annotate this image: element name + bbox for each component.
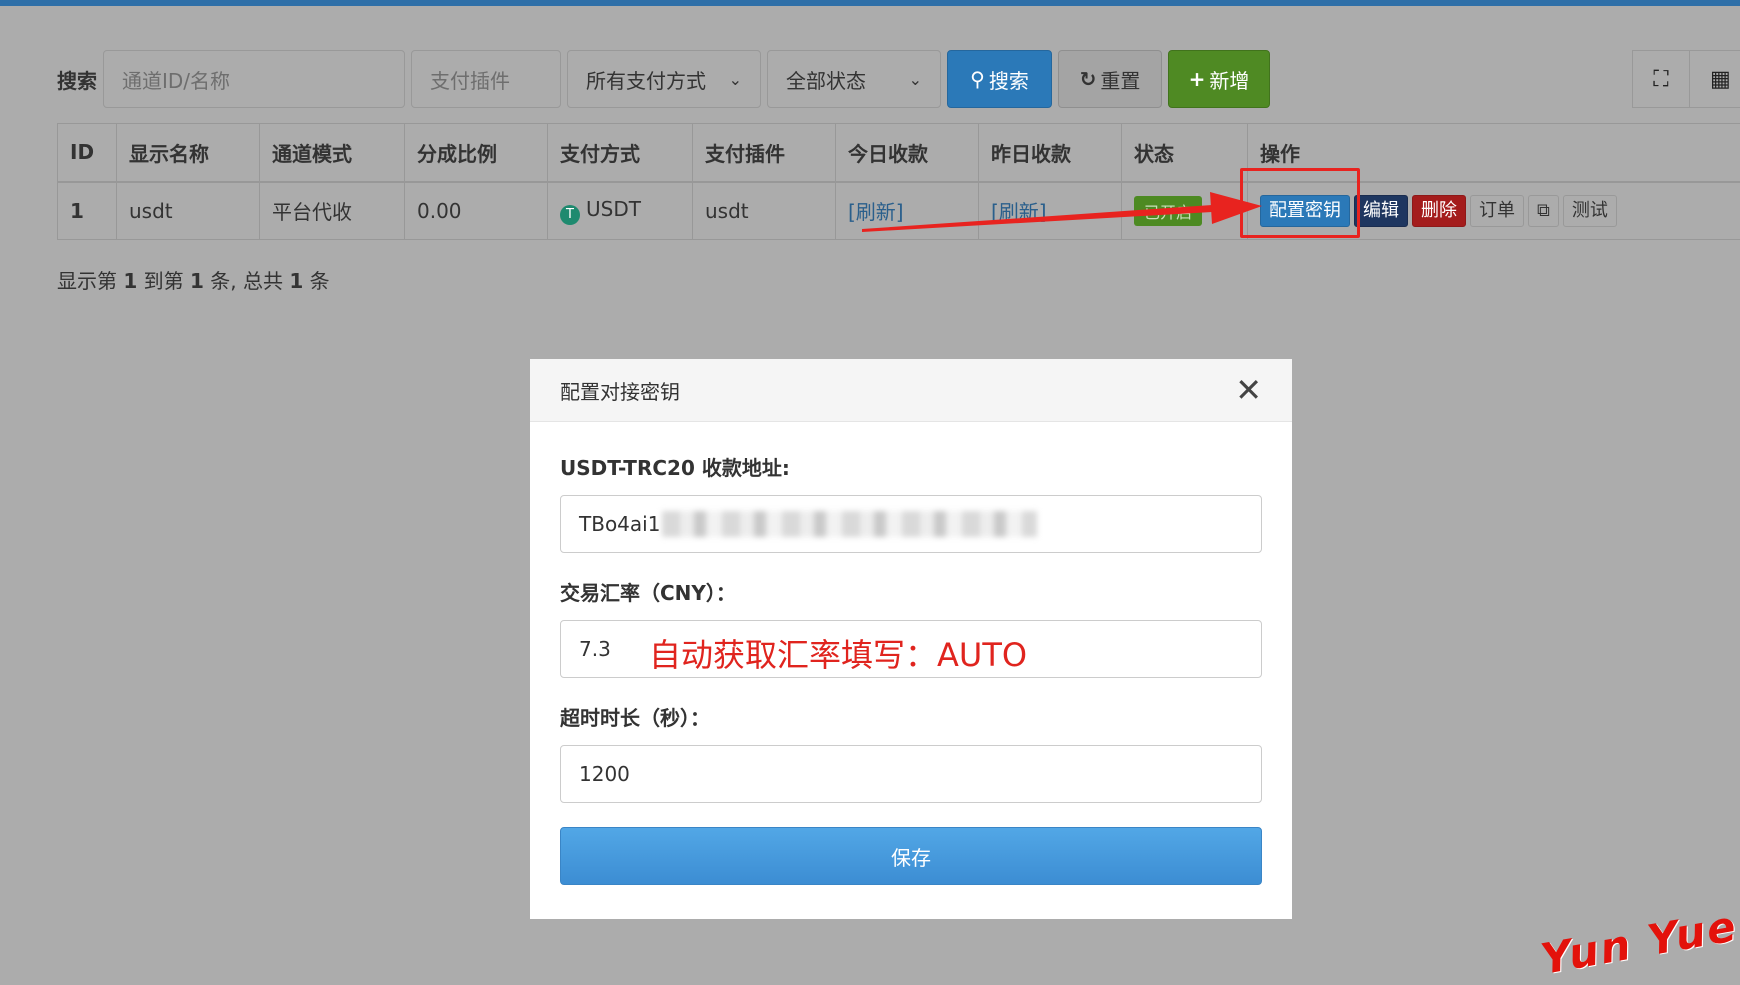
header-yesterday: 昨日收款 — [978, 123, 1122, 183]
header-ops: 操作 — [1247, 123, 1740, 183]
status-selected: 全部状态 — [786, 68, 866, 93]
orders-button[interactable]: 订单 — [1470, 194, 1524, 227]
timeout-value: 1200 — [579, 762, 630, 786]
pay-method-select[interactable]: 所有支付方式 ⌄ — [567, 50, 761, 108]
header-name: 显示名称 — [116, 123, 260, 183]
tether-icon: T — [560, 204, 580, 225]
status-select[interactable]: 全部状态 ⌄ — [767, 50, 941, 108]
cell-yesterday: [刷新] — [978, 181, 1122, 240]
address-value: TBo4ai1 — [579, 512, 661, 536]
cell-name: usdt — [116, 181, 260, 240]
delete-button[interactable]: 删除 — [1412, 194, 1466, 227]
config-key-modal: 配置对接密钥 ✕ USDT-TRC20 收款地址: TBo4ai1 交易汇率（C… — [530, 359, 1292, 919]
header-mode: 通道模式 — [259, 123, 405, 183]
redacted-address — [662, 511, 1038, 537]
pager-suffix: 条 — [309, 269, 330, 293]
header-status: 状态 — [1121, 123, 1248, 183]
rate-input[interactable]: 7.3 自动获取汇率填写：AUTO — [560, 620, 1262, 678]
cell-mode: 平台代收 — [259, 181, 405, 240]
channel-search-placeholder: 通道ID/名称 — [122, 68, 231, 93]
status-badge[interactable]: 已开启 — [1134, 195, 1203, 226]
search-button-label: 搜索 — [988, 68, 1029, 93]
address-input[interactable]: TBo4ai1 — [560, 495, 1262, 553]
chevron-down-icon: ⌄ — [908, 69, 922, 89]
modal-header: 配置对接密钥 ✕ — [530, 359, 1292, 422]
fullscreen-button[interactable]: ⛶ — [1632, 50, 1690, 108]
reset-button-label: 重置 — [1100, 68, 1141, 93]
search-icon: ⚲ — [970, 67, 985, 91]
header-pay-method: 支付方式 — [547, 123, 693, 183]
address-label: USDT-TRC20 收款地址: — [560, 456, 790, 480]
plus-icon: + — [1188, 67, 1206, 91]
header-ratio: 分成比例 — [404, 123, 548, 183]
fullscreen-icon: ⛶ — [1653, 66, 1669, 92]
pager-end: 1 — [190, 269, 204, 293]
reset-button[interactable]: ↻ 重置 — [1058, 50, 1162, 108]
config-key-button[interactable]: 配置密钥 — [1260, 194, 1350, 227]
refresh-icon: ↻ — [1079, 67, 1097, 91]
pager-mid2: 条, 总共 — [210, 269, 283, 293]
add-button-label: 新增 — [1209, 68, 1250, 93]
columns-button[interactable]: ▦ — [1690, 50, 1740, 108]
modal-body: USDT-TRC20 收款地址: TBo4ai1 交易汇率（CNY）： 7.3 … — [530, 422, 1292, 885]
rate-annotation: 自动获取汇率填写：AUTO — [649, 636, 1028, 674]
copy-icon: ⧉ — [1537, 199, 1550, 221]
grid-icon: ▦ — [1710, 66, 1731, 92]
rate-label: 交易汇率（CNY）： — [560, 581, 736, 605]
rate-value: 7.3 — [579, 637, 611, 661]
plugin-search-input[interactable]: 支付插件 — [411, 50, 561, 108]
cell-status: 已开启 — [1121, 181, 1248, 240]
cell-ops: 配置密钥 编辑 删除 订单 ⧉ 测试 — [1247, 181, 1740, 240]
close-icon[interactable]: ✕ — [1235, 374, 1262, 406]
modal-title: 配置对接密钥 — [560, 379, 680, 404]
pager-start: 1 — [123, 269, 138, 293]
cell-plugin: usdt — [692, 181, 836, 240]
channel-table: ID 显示名称 通道模式 分成比例 支付方式 支付插件 今日收款 昨日收款 状态… — [57, 123, 1740, 240]
cell-pay-method: T USDT — [547, 181, 693, 240]
cell-ratio: 0.00 — [404, 181, 548, 240]
top-bar — [0, 0, 1740, 6]
search-toolbar: 搜索 通道ID/名称 支付插件 所有支付方式 ⌄ 全部状态 ⌄ ⚲ 搜索 ↻ 重… — [57, 50, 1276, 108]
pay-method-text: USDT — [586, 196, 641, 221]
chevron-down-icon: ⌄ — [728, 69, 742, 89]
edit-button[interactable]: 编辑 — [1354, 194, 1408, 227]
table-row: 1 usdt 平台代收 0.00 T USDT usdt [刷新] [刷新] 已开… — [57, 181, 1740, 240]
search-button[interactable]: ⚲ 搜索 — [947, 50, 1052, 108]
table-tools: ⛶ ▦ — [1632, 50, 1740, 108]
channel-search-input[interactable]: 通道ID/名称 — [103, 50, 405, 108]
plugin-search-placeholder: 支付插件 — [430, 68, 510, 93]
refresh-today-link[interactable]: [刷新] — [848, 200, 904, 224]
search-label: 搜索 — [57, 68, 97, 93]
test-button[interactable]: 测试 — [1562, 194, 1617, 227]
pager-mid1: 到第 — [143, 269, 184, 293]
pay-method-selected: 所有支付方式 — [586, 68, 706, 93]
refresh-yesterday-link[interactable]: [刷新] — [991, 200, 1047, 224]
pager-total: 1 — [289, 269, 304, 293]
timeout-label: 超时时长（秒）： — [560, 706, 710, 730]
pagination-info: 显示第 1 到第 1 条, 总共 1 条 — [57, 265, 330, 294]
save-button[interactable]: 保存 — [560, 827, 1262, 885]
cell-today: [刷新] — [835, 181, 979, 240]
pager-prefix: 显示第 — [57, 269, 117, 293]
header-today: 今日收款 — [835, 123, 979, 183]
watermark: Yun Yue — [1537, 901, 1740, 984]
cell-id: 1 — [57, 181, 117, 240]
timeout-input[interactable]: 1200 — [560, 745, 1262, 803]
add-button[interactable]: + 新增 — [1168, 50, 1270, 108]
copy-button[interactable]: ⧉ — [1528, 194, 1559, 227]
table-header-row: ID 显示名称 通道模式 分成比例 支付方式 支付插件 今日收款 昨日收款 状态… — [57, 123, 1740, 183]
header-id: ID — [57, 123, 117, 183]
header-plugin: 支付插件 — [692, 123, 836, 183]
